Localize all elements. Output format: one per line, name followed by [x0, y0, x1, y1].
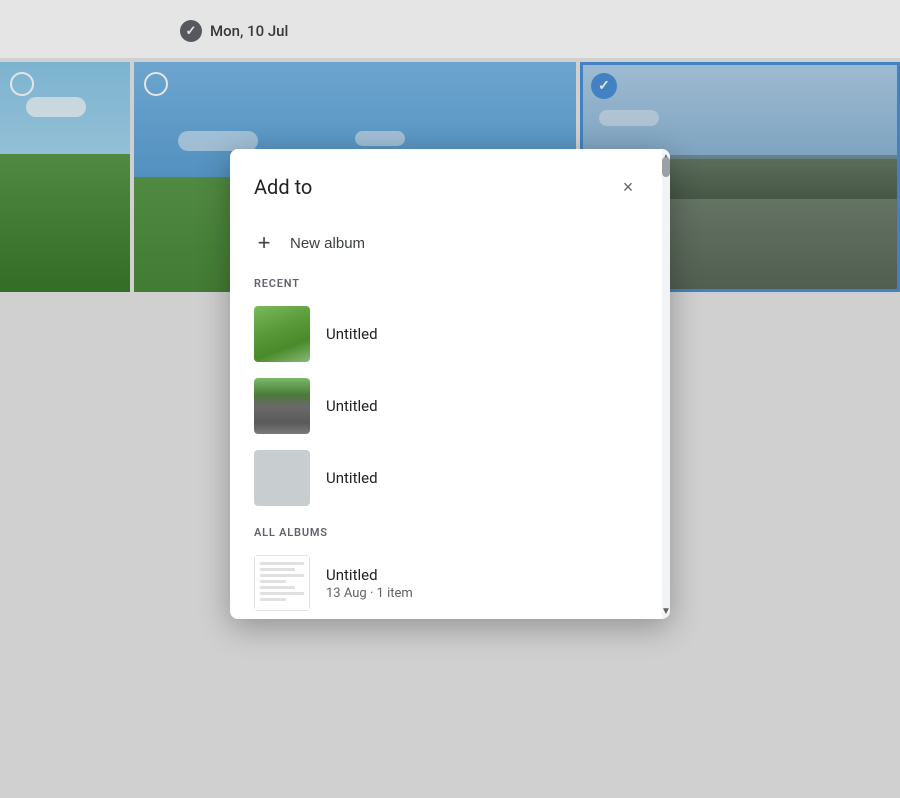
- dialog-body[interactable]: + New album RECENT Untitled U: [230, 221, 670, 619]
- thumb-doc-1: [254, 555, 310, 611]
- doc-line: [260, 562, 304, 565]
- album-info-3: Untitled: [326, 469, 646, 487]
- doc-line: [260, 586, 295, 589]
- recent-section-label: RECENT: [230, 265, 670, 298]
- recent-album-1[interactable]: Untitled: [230, 298, 670, 370]
- album-info-1: Untitled: [326, 325, 646, 343]
- new-album-button[interactable]: + New album: [230, 221, 670, 265]
- recent-album-3[interactable]: Untitled: [230, 442, 670, 514]
- recent-album-2[interactable]: Untitled: [230, 370, 670, 442]
- album-thumb-3: [254, 450, 310, 506]
- album-thumb-1: [254, 306, 310, 362]
- thumb-road-2: [254, 378, 310, 434]
- scrollbar[interactable]: ▲ ▼: [662, 149, 670, 619]
- doc-line: [260, 592, 304, 595]
- thumb-gray-3: [254, 450, 310, 506]
- all-albums-section-label: ALL ALBUMS: [230, 514, 670, 547]
- album-name-1: Untitled: [326, 325, 646, 343]
- dialog-overlay: Add to × + New album RECENT Untitled: [0, 0, 900, 798]
- plus-icon: +: [254, 233, 274, 253]
- scroll-arrow-down[interactable]: ▼: [662, 603, 670, 619]
- album-meta-all-1: 13 Aug · 1 item: [326, 586, 646, 601]
- doc-line: [260, 598, 286, 601]
- thumb-green-1: [254, 306, 310, 362]
- album-info-all-1: Untitled 13 Aug · 1 item: [326, 566, 646, 601]
- album-info-2: Untitled: [326, 397, 646, 415]
- album-thumb-2: [254, 378, 310, 434]
- doc-line: [260, 568, 295, 571]
- album-name-3: Untitled: [326, 469, 646, 487]
- scroll-thumb[interactable]: [662, 157, 670, 177]
- add-to-dialog: Add to × + New album RECENT Untitled: [230, 149, 670, 619]
- album-thumb-all-1: [254, 555, 310, 611]
- all-album-1[interactable]: Untitled 13 Aug · 1 item: [230, 547, 670, 619]
- new-album-label: New album: [290, 235, 365, 252]
- dialog-close-button[interactable]: ×: [610, 169, 646, 205]
- doc-line: [260, 580, 286, 583]
- album-name-all-1: Untitled: [326, 566, 646, 584]
- doc-line: [260, 574, 304, 577]
- dialog-title: Add to: [254, 175, 312, 199]
- album-name-2: Untitled: [326, 397, 646, 415]
- dialog-header: Add to ×: [230, 149, 670, 221]
